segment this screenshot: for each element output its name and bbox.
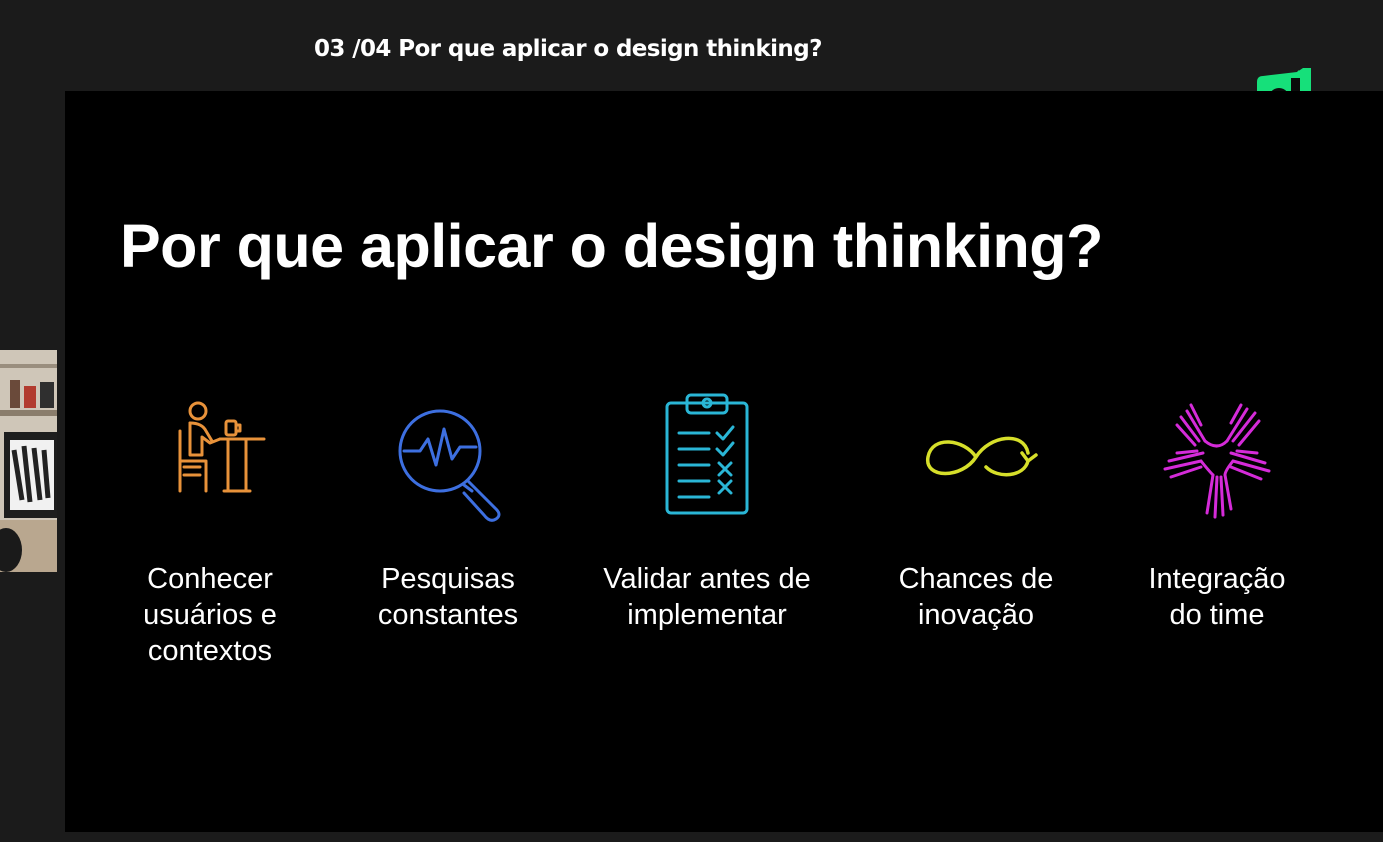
topic-item: Conhecer usuários e contextos bbox=[80, 391, 340, 669]
video-frame: 03 /04 Por que aplicar o design thinking… bbox=[0, 0, 1383, 842]
lesson-title: 03 /04 Por que aplicar o design thinking… bbox=[314, 36, 822, 62]
topic-item: Chances de inovação bbox=[846, 391, 1106, 633]
presenter-webcam bbox=[0, 350, 57, 572]
slide-title: Por que aplicar o design thinking? bbox=[120, 212, 1103, 280]
topic-label: Pesquisas constantes bbox=[377, 563, 519, 631]
topic-label: Chances de inovação bbox=[898, 563, 1054, 631]
topic-item: Validar antes de implementar bbox=[577, 391, 837, 633]
topic-label: Validar antes de implementar bbox=[603, 563, 811, 631]
hands-together-icon bbox=[1163, 403, 1271, 519]
topic-label: Integração do time bbox=[1148, 563, 1286, 631]
topic-item: Pesquisas constantes bbox=[318, 391, 578, 633]
clipboard-checklist-icon bbox=[665, 393, 749, 515]
magnifier-pulse-icon bbox=[398, 409, 501, 522]
slide: Por que aplicar o design thinking? Conhe… bbox=[65, 91, 1383, 832]
infinity-loop-icon bbox=[926, 436, 1038, 477]
person-at-desk-icon bbox=[178, 401, 266, 493]
topic-label: Conhecer usuários e contextos bbox=[143, 563, 277, 667]
topic-item: Integração do time bbox=[1087, 391, 1347, 633]
